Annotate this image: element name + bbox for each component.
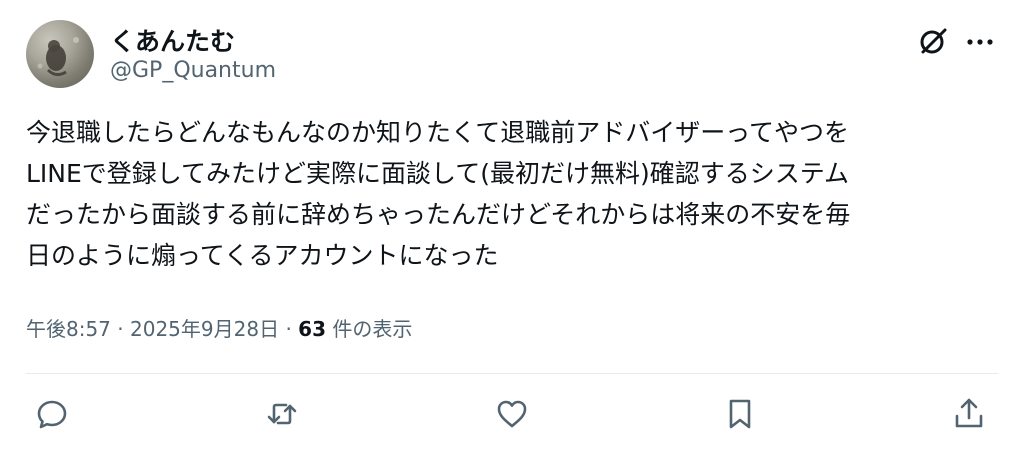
more-icon[interactable] [962, 24, 998, 58]
like-icon[interactable] [494, 396, 530, 432]
tweet-text-line: だったから面談する前に辞めちゃったんだけどそれからは将来の不安を毎 [26, 200, 851, 229]
avatar[interactable] [26, 20, 94, 88]
tweet-text-line: LINEで登録してみたけど実際に面談して(最初だけ無料)確認するシステム [26, 159, 850, 188]
user-handle[interactable]: @GP_Quantum [110, 58, 276, 83]
separator: · [285, 317, 292, 341]
bookmark-icon[interactable] [722, 396, 758, 432]
views-count: 63 [298, 317, 326, 341]
grok-icon[interactable] [916, 24, 950, 58]
reply-icon[interactable] [34, 396, 70, 432]
tweet-card: くあんたむ @GP_Quantum 今退職したらどんなもんなのか知りたくて退職前… [0, 0, 1024, 456]
display-name[interactable]: くあんたむ [110, 22, 235, 58]
divider [26, 373, 998, 374]
tweet-text: 今退職したらどんなもんなのか知りたくて退職前アドバイザーってやつを LINEで登… [26, 112, 1001, 276]
tweet-date[interactable]: 2025年9月28日 [130, 317, 279, 341]
tweet-text-line: 日のように煽ってくるアカウントになった [26, 241, 499, 270]
tweet-meta: 午後8:57 · 2025年9月28日 · 63 件の表示 [26, 313, 412, 342]
share-icon[interactable] [951, 396, 987, 432]
tweet-text-line: 今退職したらどんなもんなのか知りたくて退職前アドバイザーってやつを [26, 118, 850, 147]
tweet-time[interactable]: 午後8:57 [26, 317, 111, 341]
views-label: 件の表示 [332, 317, 413, 341]
retweet-icon[interactable] [264, 396, 300, 432]
separator: · [117, 317, 124, 341]
